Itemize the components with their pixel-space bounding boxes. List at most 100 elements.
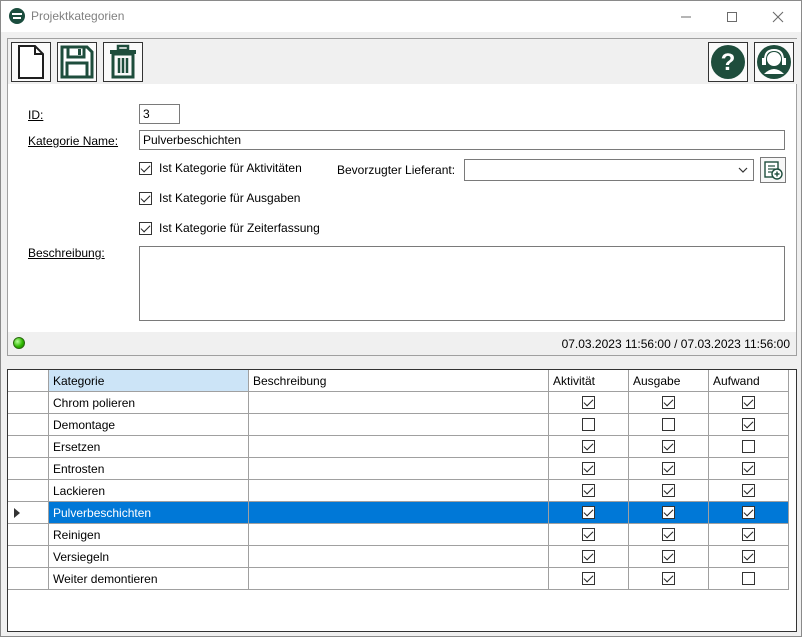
expense-checkbox[interactable]: [662, 572, 675, 585]
expense-checkbox[interactable]: [662, 484, 675, 497]
expense-checkbox[interactable]: [662, 506, 675, 519]
grid-cell-category[interactable]: Chrom polieren: [49, 392, 249, 414]
activity-checkbox[interactable]: [582, 418, 595, 431]
column-header-expense[interactable]: Ausgabe: [629, 370, 709, 392]
column-header-category[interactable]: Kategorie: [49, 370, 249, 392]
grid-cell-effort[interactable]: [709, 414, 789, 436]
add-supplier-button[interactable]: [760, 157, 786, 183]
grid-cell-effort[interactable]: [709, 502, 789, 524]
grid-cell-description[interactable]: [249, 502, 549, 524]
effort-checkbox[interactable]: [742, 462, 755, 475]
grid-cell-category[interactable]: Ersetzen: [49, 436, 249, 458]
effort-checkbox[interactable]: [742, 572, 755, 585]
effort-checkbox[interactable]: [742, 484, 755, 497]
row-header[interactable]: [8, 414, 49, 436]
grid-cell-effort[interactable]: [709, 524, 789, 546]
effort-checkbox[interactable]: [742, 550, 755, 563]
expense-checkbox[interactable]: [662, 462, 675, 475]
support-button[interactable]: [754, 42, 794, 82]
grid-cell-description[interactable]: [249, 480, 549, 502]
grid-cell-category[interactable]: Reinigen: [49, 524, 249, 546]
grid-cell-activity[interactable]: [549, 414, 629, 436]
grid-cell-expense[interactable]: [629, 436, 709, 458]
row-header[interactable]: [8, 568, 49, 590]
effort-checkbox[interactable]: [742, 528, 755, 541]
activity-checkbox[interactable]: [582, 550, 595, 563]
activity-checkbox[interactable]: [582, 396, 595, 409]
grid-cell-effort[interactable]: [709, 568, 789, 590]
activity-checkbox[interactable]: [582, 528, 595, 541]
grid-cell-description[interactable]: [249, 436, 549, 458]
grid-cell-activity[interactable]: [549, 502, 629, 524]
row-header[interactable]: [8, 480, 49, 502]
row-header[interactable]: [8, 458, 49, 480]
new-button[interactable]: [11, 42, 51, 82]
grid-cell-description[interactable]: [249, 568, 549, 590]
grid-cell-expense[interactable]: [629, 568, 709, 590]
grid-cell-expense[interactable]: [629, 392, 709, 414]
row-header[interactable]: [8, 524, 49, 546]
grid-cell-category[interactable]: Demontage: [49, 414, 249, 436]
grid-cell-category[interactable]: Pulverbeschichten: [49, 502, 249, 524]
activities-checkbox[interactable]: [139, 161, 152, 175]
column-header-effort[interactable]: Aufwand: [709, 370, 789, 392]
save-button[interactable]: [57, 42, 97, 82]
expense-checkbox[interactable]: [662, 418, 675, 431]
grid-cell-category[interactable]: Entrosten: [49, 458, 249, 480]
effort-checkbox[interactable]: [742, 506, 755, 519]
grid-cell-activity[interactable]: [549, 524, 629, 546]
row-header[interactable]: [8, 436, 49, 458]
grid-cell-category[interactable]: Versiegeln: [49, 546, 249, 568]
timetracking-checkbox-row[interactable]: Ist Kategorie für Zeiterfassung: [139, 221, 320, 235]
row-header[interactable]: [8, 546, 49, 568]
grid-cell-description[interactable]: [249, 414, 549, 436]
expense-checkbox[interactable]: [662, 396, 675, 409]
expenses-checkbox-row[interactable]: Ist Kategorie für Ausgaben: [139, 191, 300, 205]
grid-cell-description[interactable]: [249, 546, 549, 568]
grid-cell-activity[interactable]: [549, 392, 629, 414]
grid-cell-effort[interactable]: [709, 546, 789, 568]
activity-checkbox[interactable]: [582, 440, 595, 453]
effort-checkbox[interactable]: [742, 440, 755, 453]
activity-checkbox[interactable]: [582, 462, 595, 475]
minimize-button[interactable]: [663, 1, 709, 32]
grid-cell-category[interactable]: Lackieren: [49, 480, 249, 502]
maximize-button[interactable]: [709, 1, 755, 32]
grid-cell-expense[interactable]: [629, 480, 709, 502]
expenses-checkbox[interactable]: [139, 191, 152, 205]
grid-cell-activity[interactable]: [549, 568, 629, 590]
description-field[interactable]: [139, 246, 785, 321]
expense-checkbox[interactable]: [662, 440, 675, 453]
grid-cell-expense[interactable]: [629, 524, 709, 546]
grid-cell-description[interactable]: [249, 524, 549, 546]
grid-cell-effort[interactable]: [709, 436, 789, 458]
help-button[interactable]: ?: [708, 42, 748, 82]
column-header-activity[interactable]: Aktivität: [549, 370, 629, 392]
close-button[interactable]: [755, 1, 801, 32]
row-header[interactable]: [8, 392, 49, 414]
grid-cell-effort[interactable]: [709, 458, 789, 480]
delete-button[interactable]: [103, 42, 143, 82]
grid-cell-expense[interactable]: [629, 546, 709, 568]
effort-checkbox[interactable]: [742, 396, 755, 409]
grid-cell-activity[interactable]: [549, 458, 629, 480]
expense-checkbox[interactable]: [662, 528, 675, 541]
grid-cell-activity[interactable]: [549, 546, 629, 568]
grid-cell-description[interactable]: [249, 392, 549, 414]
column-header-description[interactable]: Beschreibung: [249, 370, 549, 392]
supplier-dropdown[interactable]: [464, 159, 754, 181]
id-field[interactable]: [139, 104, 180, 124]
activity-checkbox[interactable]: [582, 572, 595, 585]
effort-checkbox[interactable]: [742, 418, 755, 431]
grid-cell-expense[interactable]: [629, 458, 709, 480]
grid-cell-category[interactable]: Weiter demontieren: [49, 568, 249, 590]
category-name-field[interactable]: [139, 130, 785, 150]
activities-checkbox-row[interactable]: Ist Kategorie für Aktivitäten: [139, 161, 302, 175]
expense-checkbox[interactable]: [662, 550, 675, 563]
activity-checkbox[interactable]: [582, 506, 595, 519]
row-header[interactable]: [8, 502, 49, 524]
grid-cell-effort[interactable]: [709, 480, 789, 502]
grid-cell-activity[interactable]: [549, 480, 629, 502]
timetracking-checkbox[interactable]: [139, 221, 152, 235]
grid-cell-description[interactable]: [249, 458, 549, 480]
